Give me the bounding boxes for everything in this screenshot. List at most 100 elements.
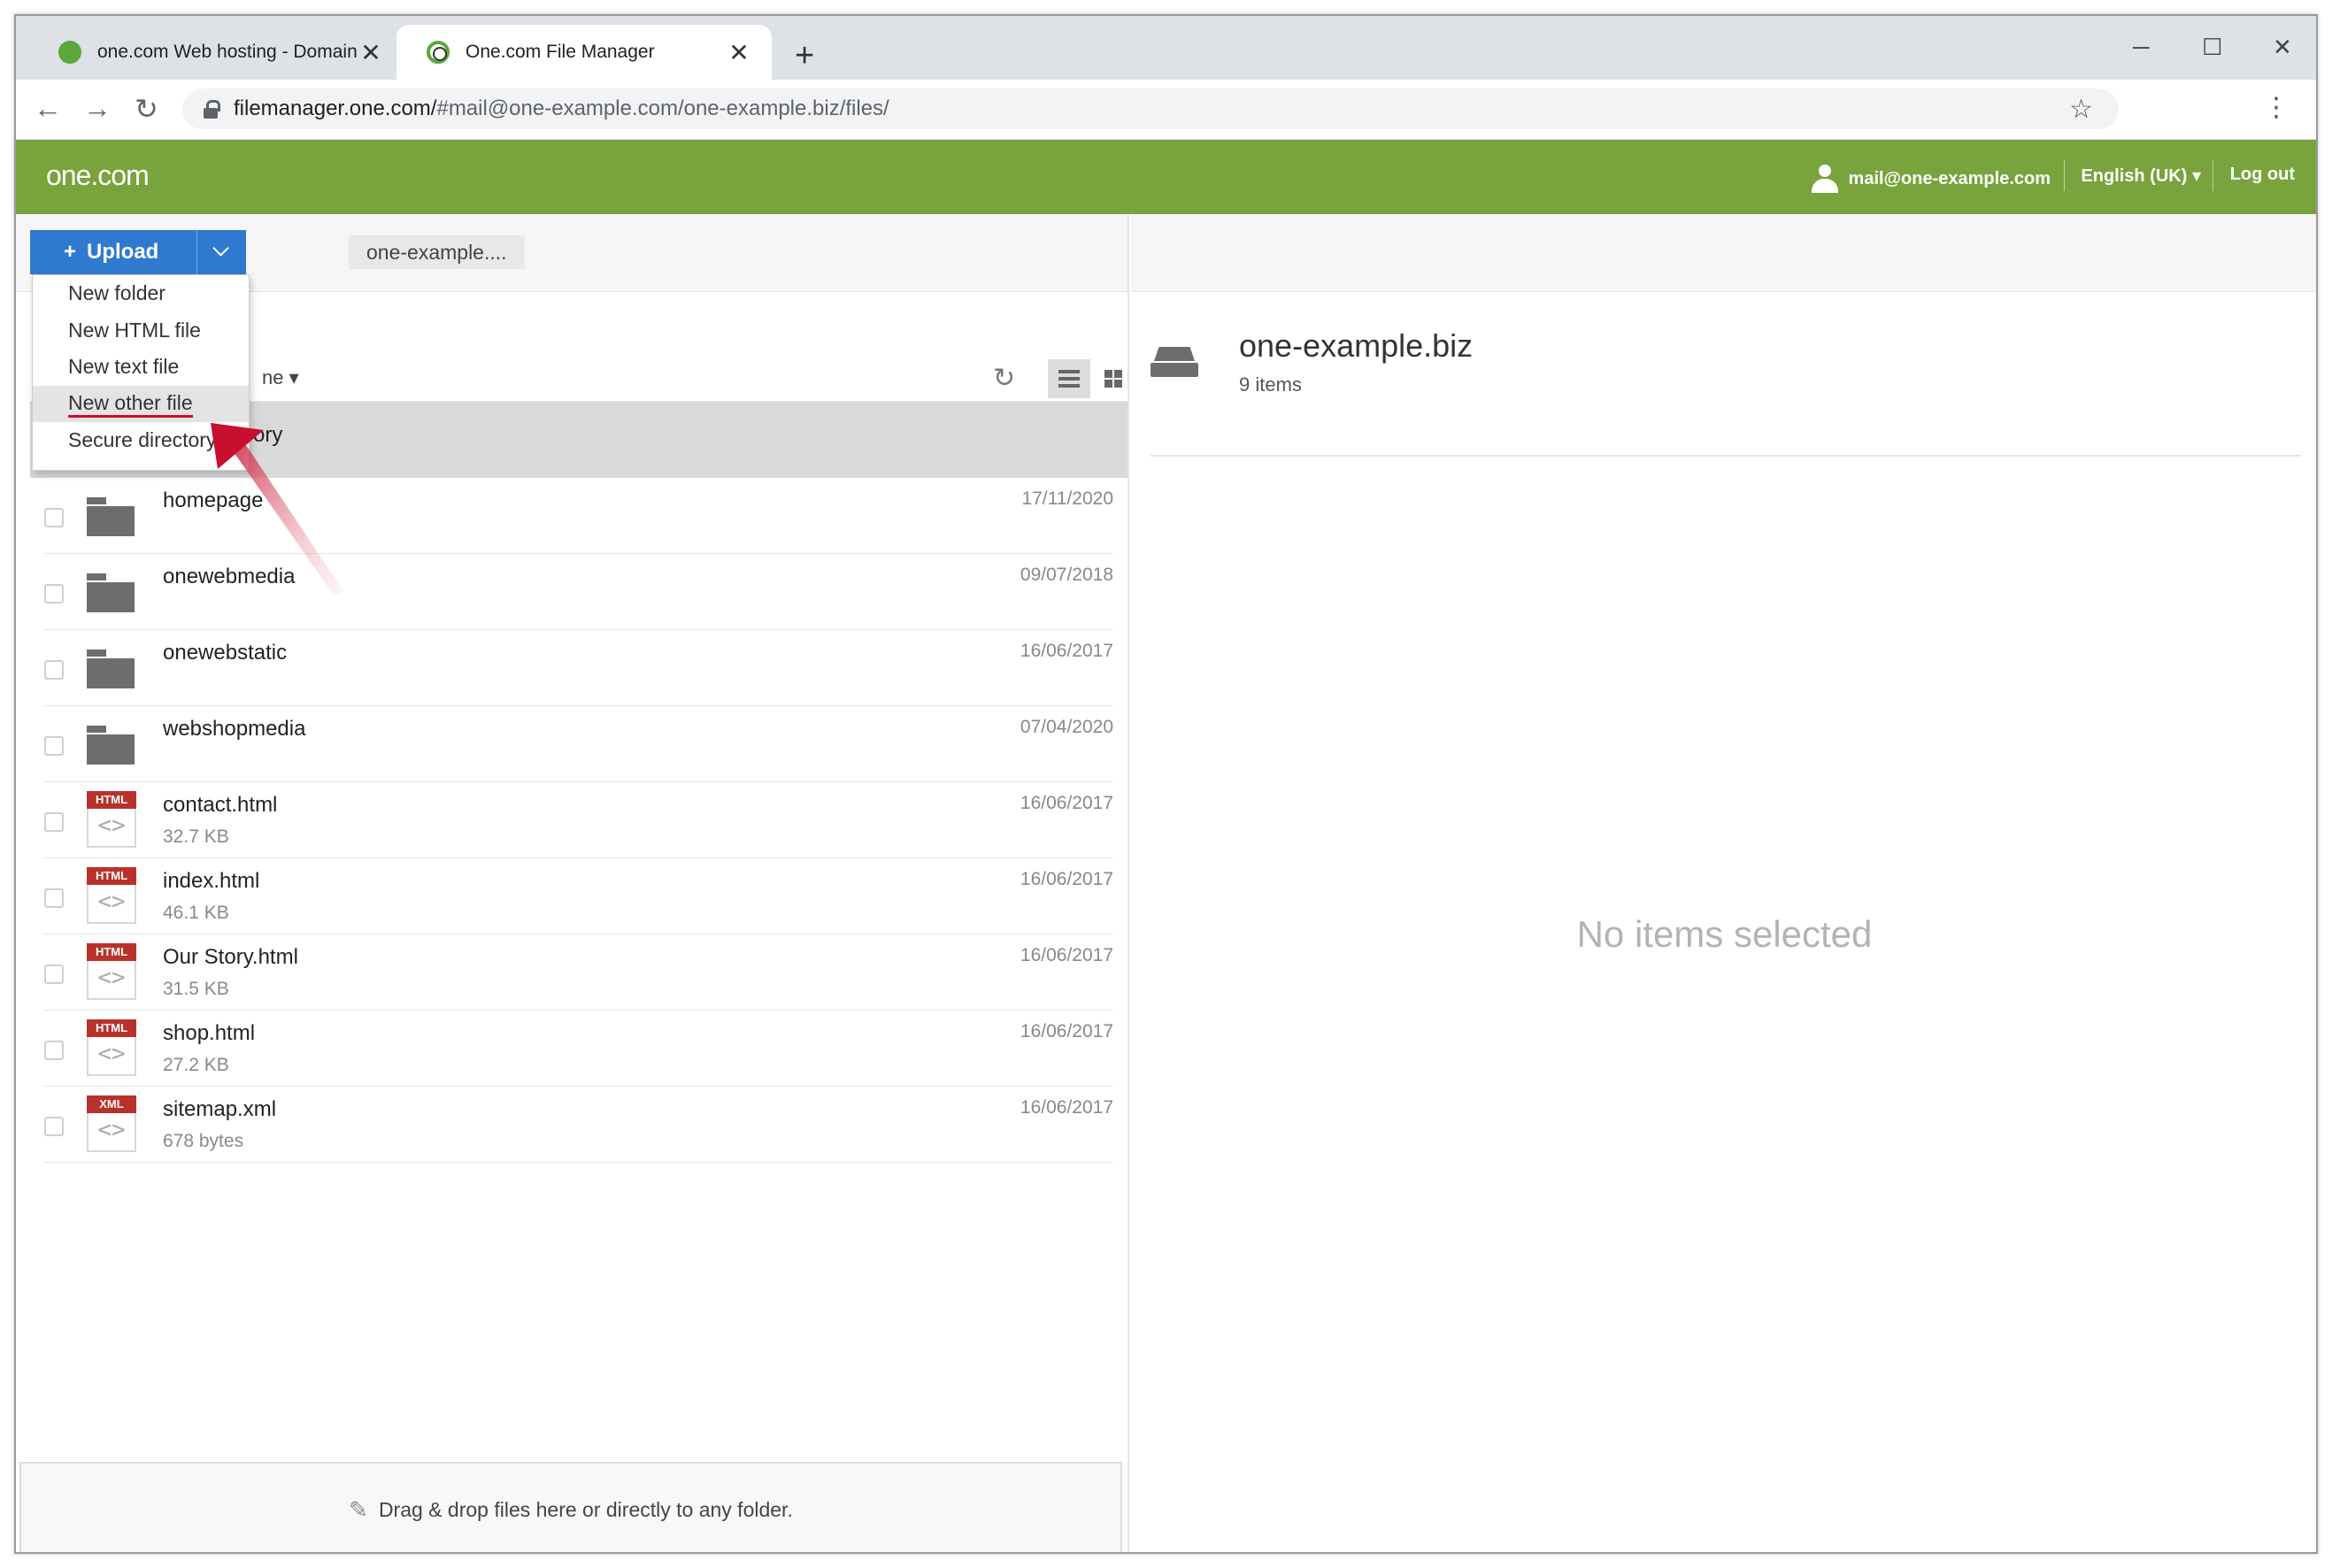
logo[interactable]: one.com (46, 159, 150, 192)
grid-view-icon (1104, 370, 1122, 388)
file-date: 09/07/2018 (1020, 565, 1113, 585)
user-icon (1811, 165, 1838, 193)
paperclip-icon: ✎ (349, 1495, 368, 1523)
tab-title: One.com File Manager (466, 42, 655, 62)
grid-view-button[interactable] (1092, 359, 1135, 398)
table-row[interactable]: HTML <> shop.html 27.2 KB 16/06/2017 (44, 1011, 1113, 1087)
upload-dropdown-toggle[interactable] (196, 230, 246, 274)
file-date: 16/06/2017 (1020, 945, 1113, 965)
menu-item-new-html-file[interactable]: New HTML file (33, 312, 249, 350)
code-icon: <> (97, 812, 126, 839)
file-name[interactable]: index.html (163, 869, 259, 894)
table-row[interactable]: XML <> sitemap.xml 678 bytes 16/06/2017 (44, 1087, 1113, 1163)
menu-item-new-other-file[interactable]: New other file (33, 385, 249, 422)
list-view-icon (1058, 370, 1080, 388)
file-size: 27.2 KB (163, 1055, 229, 1075)
folder-icon (87, 497, 135, 536)
upload-button[interactable]: + Upload (30, 230, 196, 274)
tab-strip: one.com Web hosting - Domain ✕ One.com F… (16, 16, 2316, 80)
file-date: 17/11/2020 (1021, 488, 1113, 509)
row-checkbox[interactable] (44, 888, 64, 908)
file-name[interactable]: onewebstatic (163, 641, 287, 665)
tab-file-manager[interactable]: One.com File Manager ✕ (396, 25, 772, 80)
folder-icon (87, 649, 135, 688)
file-name[interactable]: Our Story.html (163, 945, 298, 970)
file-name[interactable]: contact.html (163, 793, 277, 818)
minimize-icon[interactable]: ─ (2133, 34, 2149, 61)
language-select[interactable]: English (UK) ▾ (2081, 165, 2201, 187)
html-file-icon: HTML <> (87, 943, 136, 1000)
drop-zone[interactable]: ✎ Drag & drop files here or directly to … (19, 1462, 1122, 1552)
row-checkbox[interactable] (44, 965, 64, 984)
maximize-icon[interactable]: ☐ (2202, 34, 2222, 61)
empty-state: No items selected (1576, 913, 1873, 955)
loading-favicon-icon (427, 41, 450, 64)
html-file-icon: HTML <> (87, 867, 136, 924)
list-view-button[interactable] (1048, 359, 1090, 398)
drive-icon (1151, 347, 1198, 379)
plus-icon: + (64, 240, 77, 264)
file-date: 16/06/2017 (1020, 869, 1113, 889)
forward-icon[interactable]: → (83, 92, 112, 125)
menu-item-new-text-file[interactable]: New text file (33, 349, 249, 386)
code-icon: <> (97, 1117, 126, 1143)
file-size: 678 bytes (163, 1131, 244, 1151)
table-row[interactable]: HTML <> contact.html 32.7 KB 16/06/2017 (44, 782, 1113, 858)
annotation-arrow-icon (211, 423, 343, 596)
table-row[interactable]: homepage 17/11/2020 (44, 478, 1113, 554)
file-name[interactable]: webshopmedia (163, 717, 305, 742)
file-date: 16/06/2017 (1020, 1097, 1113, 1118)
folder-icon (87, 726, 135, 765)
table-row[interactable]: onewebstatic 16/06/2017 (44, 630, 1113, 706)
lock-icon (204, 100, 220, 119)
item-count: 9 items (1239, 373, 1302, 396)
user-account[interactable]: mail@one-example.com (1811, 165, 2051, 193)
table-row[interactable]: HTML <> index.html 46.1 KB 16/06/2017 (44, 858, 1113, 934)
close-icon[interactable]: ✕ (358, 38, 384, 67)
file-name[interactable]: shop.html (163, 1021, 255, 1046)
table-row[interactable]: onewebmedia 09/07/2018 (44, 554, 1113, 630)
menu-kebab-icon[interactable]: ⋮ (2263, 92, 2290, 123)
reload-icon[interactable]: ↻ (135, 92, 158, 126)
bookmark-star-icon[interactable]: ☆ (2069, 94, 2093, 125)
row-checkbox[interactable] (44, 660, 64, 680)
table-row[interactable]: webshopmedia 07/04/2020 (44, 706, 1113, 782)
file-size: 32.7 KB (163, 826, 229, 847)
file-size: 46.1 KB (163, 903, 229, 923)
menu-item-new-folder[interactable]: New folder (33, 275, 249, 312)
file-name[interactable]: sitemap.xml (163, 1097, 276, 1122)
close-window-icon[interactable]: ✕ (2273, 34, 2292, 61)
code-icon: <> (97, 888, 126, 915)
xml-file-icon: XML <> (87, 1095, 136, 1152)
folder-title: one-example.biz (1239, 327, 1474, 364)
row-checkbox[interactable] (44, 736, 64, 756)
tab-web-hosting[interactable]: one.com Web hosting - Domain ✕ (28, 25, 404, 80)
row-checkbox[interactable] (44, 812, 64, 832)
sort-by-name[interactable]: ne ▾ (262, 366, 299, 389)
browser-toolbar: ← → ↻ filemanager.one.com/#mail@one-exam… (16, 80, 2316, 140)
file-type-badge: XML (87, 1095, 136, 1113)
new-tab-button[interactable]: + (795, 39, 814, 73)
row-checkbox[interactable] (44, 584, 64, 603)
refresh-icon[interactable]: ↻ (993, 363, 1015, 394)
url-text: filemanager.one.com/#mail@one-example.co… (234, 96, 889, 120)
logout-link[interactable]: Log out (2230, 165, 2295, 185)
file-date: 16/06/2017 (1020, 793, 1113, 813)
html-file-icon: HTML <> (87, 1019, 136, 1076)
file-type-badge: HTML (87, 1019, 136, 1037)
file-date: 07/04/2020 (1020, 717, 1113, 737)
app-header: one.com mail@one-example.com English (UK… (16, 140, 2316, 214)
file-type-badge: HTML (87, 791, 136, 809)
code-icon: <> (97, 1041, 126, 1067)
close-icon[interactable]: ✕ (726, 38, 752, 67)
file-list: homepage 17/11/2020 onewebmedia 09/07/20… (30, 478, 1113, 1163)
file-date: 16/06/2017 (1020, 641, 1113, 661)
row-checkbox[interactable] (44, 1117, 64, 1136)
table-row[interactable]: HTML <> Our Story.html 31.5 KB 16/06/201… (44, 934, 1113, 1011)
html-file-icon: HTML <> (87, 791, 136, 848)
address-bar[interactable]: filemanager.one.com/#mail@one-example.co… (182, 88, 2119, 129)
breadcrumb[interactable]: one-example.... (349, 235, 525, 269)
row-checkbox[interactable] (44, 1041, 64, 1060)
row-checkbox[interactable] (44, 508, 64, 527)
back-icon[interactable]: ← (34, 92, 62, 125)
